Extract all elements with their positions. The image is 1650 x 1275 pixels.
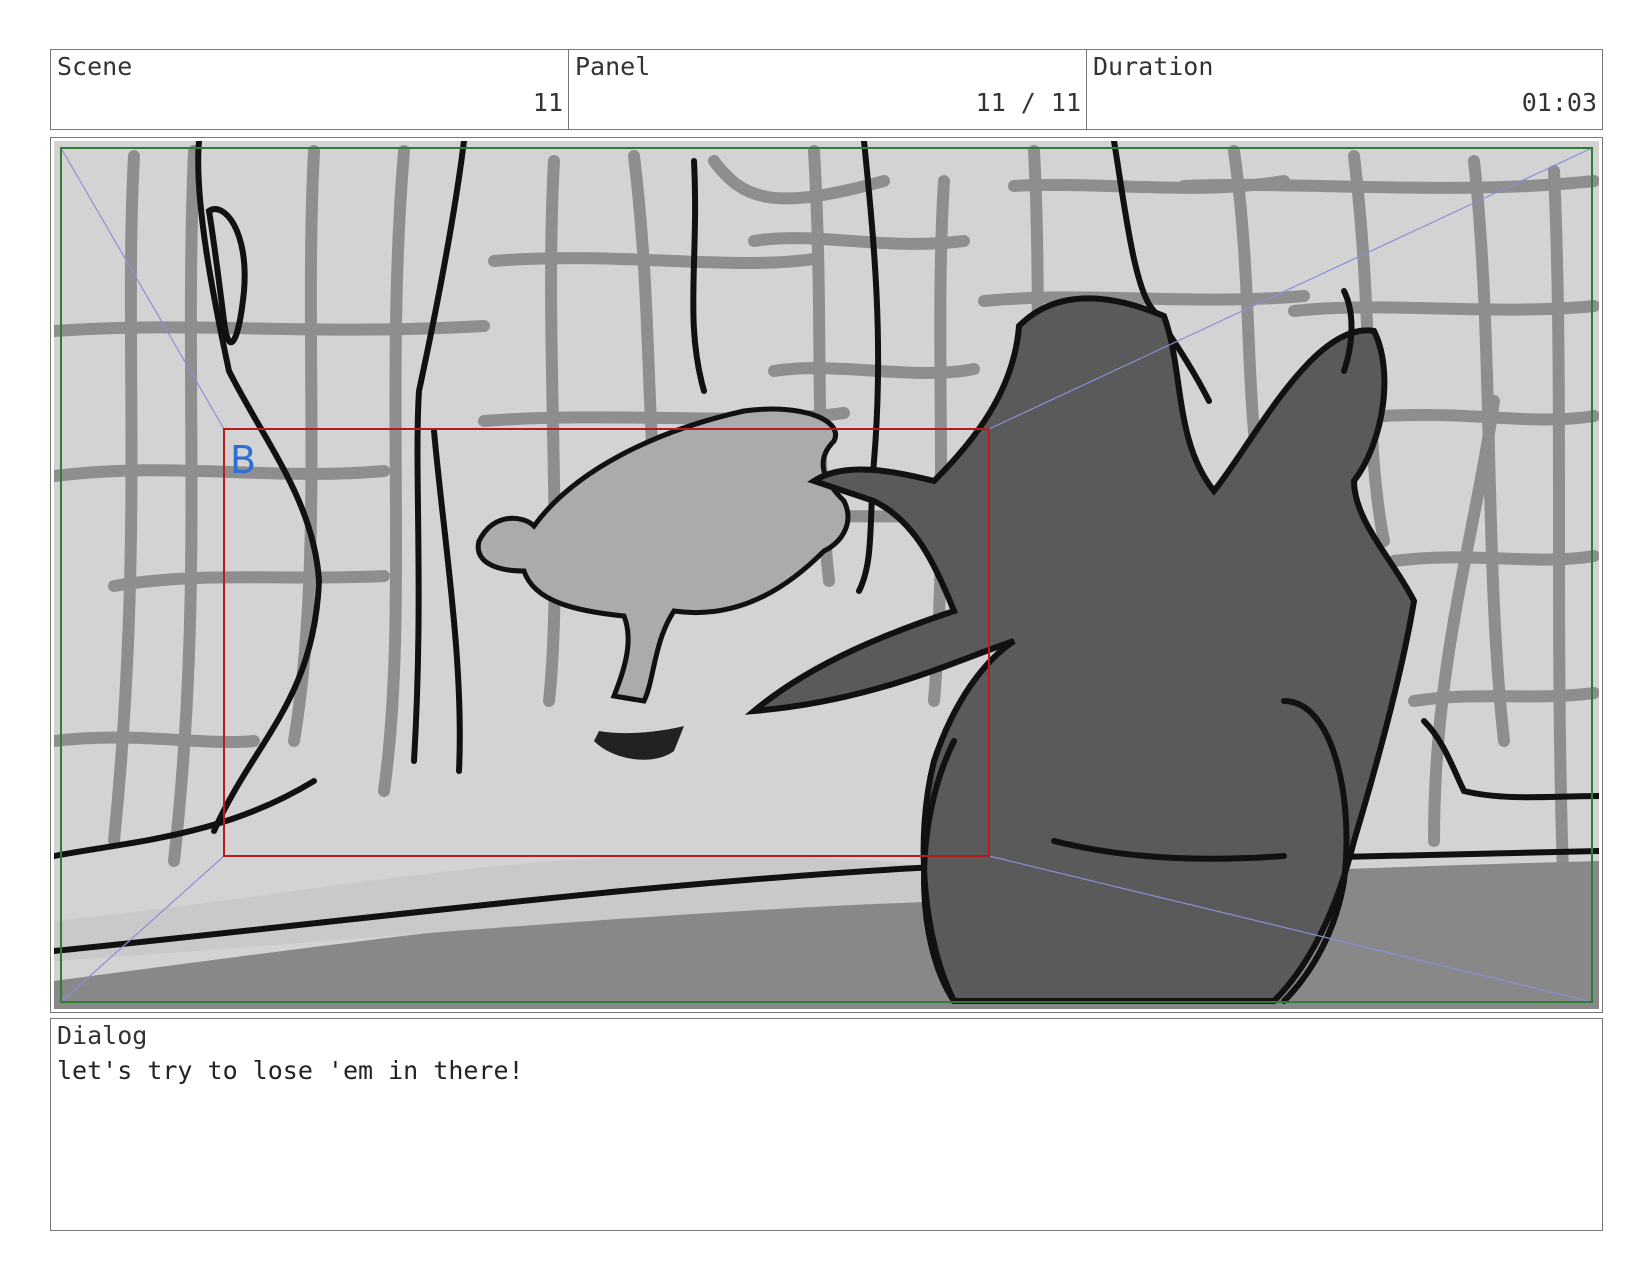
panel-header: Scene 11 Panel 11 / 11 Duration 01:03 bbox=[50, 49, 1603, 130]
duration-label: Duration bbox=[1093, 52, 1214, 81]
scene-value: 11 bbox=[532, 88, 563, 117]
panel-cell: Panel 11 / 11 bbox=[569, 50, 1087, 129]
duration-value: 01:03 bbox=[1521, 88, 1597, 117]
panel-label: Panel bbox=[575, 52, 651, 81]
panel-value: 11 / 11 bbox=[975, 88, 1081, 117]
scene-label: Scene bbox=[57, 52, 133, 81]
duration-cell: Duration 01:03 bbox=[1087, 50, 1602, 129]
dialog-text: let's try to lose 'em in there! bbox=[57, 1056, 524, 1085]
dialog-label: Dialog bbox=[57, 1021, 148, 1050]
storyboard-sketch: B bbox=[54, 141, 1599, 1009]
camera-frame-label: B bbox=[230, 438, 256, 482]
scene-cell: Scene 11 bbox=[51, 50, 569, 129]
dialog-box: Dialog let's try to lose 'em in there! bbox=[50, 1018, 1603, 1231]
storyboard-frame: B bbox=[50, 137, 1603, 1013]
